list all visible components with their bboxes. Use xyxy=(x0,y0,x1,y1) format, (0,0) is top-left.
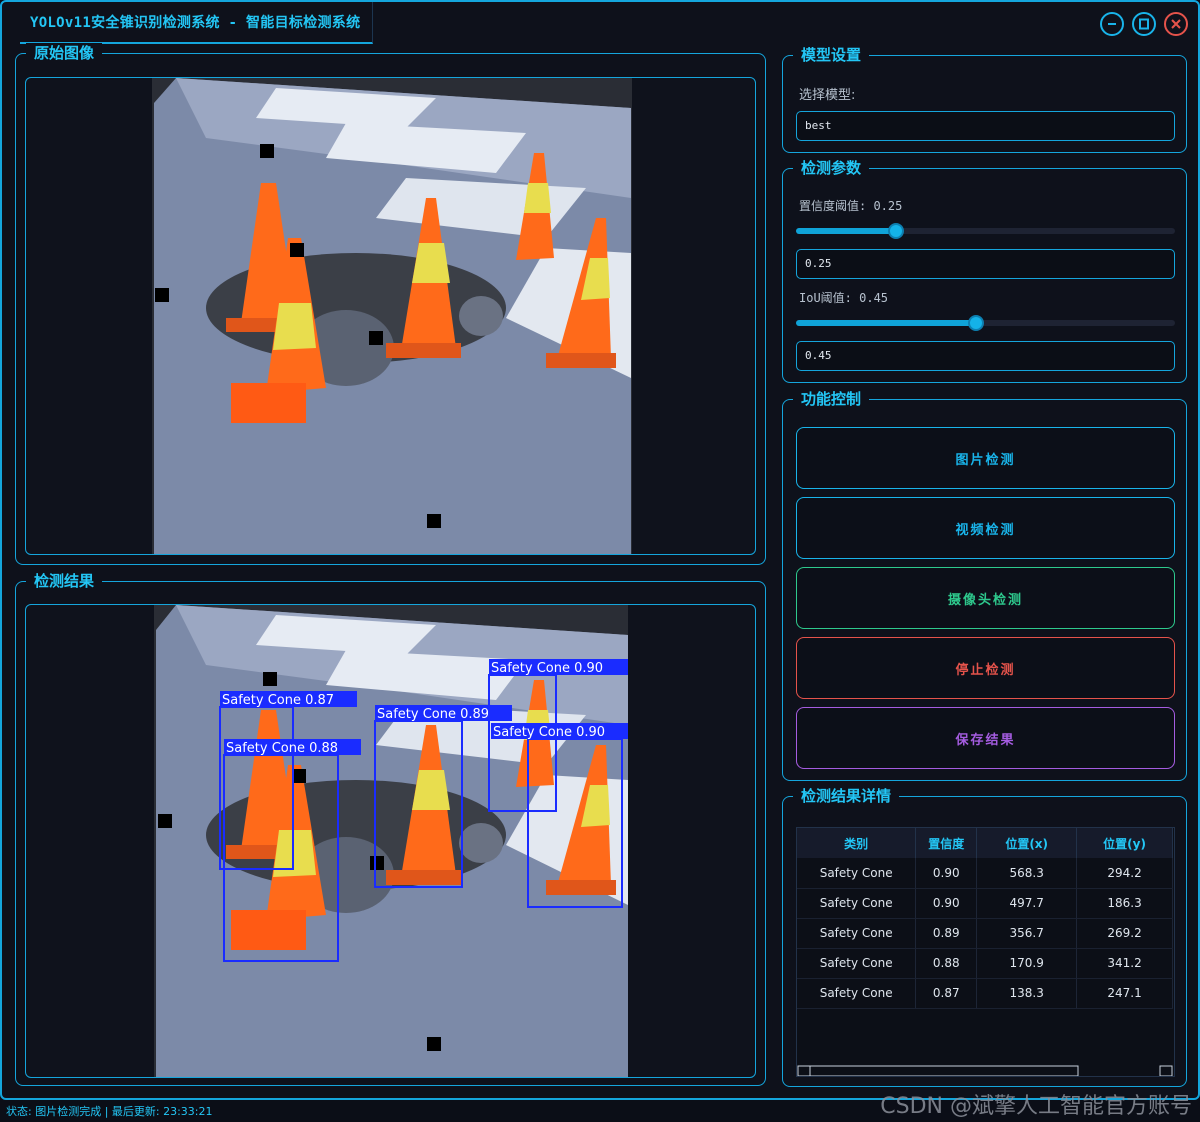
results-table: 类别 置信度 位置(x) 位置(y) Safety Cone 0.90 568.3 2… xyxy=(797,828,1173,1009)
cell-class: Safety Cone xyxy=(797,948,917,979)
detect-params-title: 检测参数 xyxy=(793,158,870,178)
image-detect-button[interactable]: 图片检测 xyxy=(796,427,1175,489)
controls-title: 功能控制 xyxy=(793,389,870,409)
cell-x: 170.9 xyxy=(976,948,1078,979)
column-header-x[interactable]: 位置(x) xyxy=(976,828,1078,858)
result-image-title: 检测结果 xyxy=(26,571,103,591)
table-header-row: 类别 置信度 位置(x) 位置(y) xyxy=(797,828,1173,858)
table-row[interactable]: Safety Cone 0.87 138.3 247.1 xyxy=(797,978,1173,1009)
close-button[interactable] xyxy=(1164,12,1188,36)
cell-y: 186.3 xyxy=(1076,888,1173,919)
cell-class: Safety Cone xyxy=(797,978,917,1009)
horizontal-scrollbar[interactable] xyxy=(797,1062,1173,1076)
iou-slider-handle[interactable] xyxy=(968,315,984,331)
confidence-slider[interactable] xyxy=(796,223,1175,239)
minimize-icon xyxy=(1108,23,1116,25)
cell-x: 568.3 xyxy=(976,858,1078,889)
results-table-container: 类别 置信度 位置(x) 位置(y) Safety Cone 0.90 568.3 2… xyxy=(796,827,1175,1077)
results-title: 检测结果详情 xyxy=(793,786,900,806)
column-header-confidence[interactable]: 置信度 xyxy=(915,828,978,858)
detection-label: Safety Cone 0.89 xyxy=(377,707,489,722)
close-icon xyxy=(1171,19,1181,29)
cell-x: 138.3 xyxy=(976,978,1078,1009)
cell-y: 247.1 xyxy=(1076,978,1173,1009)
select-model-label: 选择模型: xyxy=(799,88,856,103)
confidence-label: 置信度阈值: 0.25 xyxy=(799,199,903,213)
result-image-panel: 检测结果 Safety Cone 0.87 Safety Cone 0.88 S… xyxy=(15,571,766,1086)
result-image: Safety Cone 0.87 Safety Cone 0.88 Safety… xyxy=(154,605,628,1077)
model-settings-panel: 模型设置 选择模型: best xyxy=(782,45,1187,153)
original-image-title: 原始图像 xyxy=(26,43,103,63)
cell-confidence: 0.87 xyxy=(915,978,978,1009)
original-image-frame xyxy=(25,77,756,555)
iou-slider[interactable] xyxy=(796,315,1175,331)
detection-label: Safety Cone 0.87 xyxy=(222,693,334,708)
result-image-frame: Safety Cone 0.87 Safety Cone 0.88 Safety… xyxy=(25,604,756,1078)
cell-confidence: 0.88 xyxy=(915,948,978,979)
scrollbar-graphic xyxy=(797,1065,1173,1076)
title-bar: YOLOv11安全锥识别检测系统 - 智能目标检测系统 xyxy=(2,2,1198,44)
cell-x: 356.7 xyxy=(976,918,1078,949)
cell-class: Safety Cone xyxy=(797,888,917,919)
original-image-panel: 原始图像 xyxy=(15,43,766,565)
video-detect-button[interactable]: 视频检测 xyxy=(796,497,1175,559)
detection-label: Safety Cone 0.90 xyxy=(493,725,605,740)
save-result-button[interactable]: 保存结果 xyxy=(796,707,1175,769)
table-row[interactable]: Safety Cone 0.89 356.7 269.2 xyxy=(797,918,1173,949)
cell-x: 497.7 xyxy=(976,888,1078,919)
confidence-input[interactable]: 0.25 xyxy=(796,249,1175,279)
detect-params-panel: 检测参数 置信度阈值: 0.25 0.25 IoU阈值: 0.45 0.45 xyxy=(782,158,1187,383)
iou-input[interactable]: 0.45 xyxy=(796,341,1175,371)
iou-slider-fill xyxy=(796,320,976,326)
main-window: YOLOv11安全锥识别检测系统 - 智能目标检测系统 原始图像 检测结果 Sa… xyxy=(0,0,1200,1100)
minimize-button[interactable] xyxy=(1100,12,1124,36)
original-image xyxy=(152,78,632,554)
detection-label: Safety Cone 0.88 xyxy=(226,741,338,756)
cell-y: 269.2 xyxy=(1076,918,1173,949)
confidence-slider-fill xyxy=(796,228,896,234)
watermark: CSDN @斌擎人工智能官方账号 xyxy=(880,1094,1192,1119)
stop-detect-button[interactable]: 停止检测 xyxy=(796,637,1175,699)
table-row[interactable]: Safety Cone 0.90 497.7 186.3 xyxy=(797,888,1173,919)
table-row[interactable]: Safety Cone 0.88 170.9 341.2 xyxy=(797,948,1173,979)
cell-confidence: 0.90 xyxy=(915,888,978,919)
column-header-class[interactable]: 类别 xyxy=(797,828,917,858)
maximize-icon xyxy=(1139,18,1149,30)
column-header-y[interactable]: 位置(y) xyxy=(1076,828,1173,858)
title-tab: YOLOv11安全锥识别检测系统 - 智能目标检测系统 xyxy=(20,2,374,44)
camera-detect-button[interactable]: 摄像头检测 xyxy=(796,567,1175,629)
cell-class: Safety Cone xyxy=(797,918,917,949)
cell-confidence: 0.89 xyxy=(915,918,978,949)
model-settings-title: 模型设置 xyxy=(793,45,870,65)
confidence-slider-handle[interactable] xyxy=(888,223,904,239)
model-select[interactable]: best xyxy=(796,111,1175,141)
cell-confidence: 0.90 xyxy=(915,858,978,889)
cell-class: Safety Cone xyxy=(797,858,917,889)
cell-y: 341.2 xyxy=(1076,948,1173,979)
maximize-button[interactable] xyxy=(1132,12,1156,36)
window-title: YOLOv11安全锥识别检测系统 - 智能目标检测系统 xyxy=(30,15,361,31)
cell-y: 294.2 xyxy=(1076,858,1173,889)
window-controls xyxy=(1100,12,1188,36)
results-panel: 检测结果详情 类别 置信度 位置(x) 位置(y) Safety Cone 0.9… xyxy=(782,786,1187,1087)
table-row[interactable]: Safety Cone 0.90 568.3 294.2 xyxy=(797,858,1173,889)
controls-panel: 功能控制 图片检测 视频检测 摄像头检测 停止检测 保存结果 xyxy=(782,389,1187,781)
iou-label: IoU阈值: 0.45 xyxy=(799,291,889,305)
detection-label: Safety Cone 0.90 xyxy=(491,661,603,676)
